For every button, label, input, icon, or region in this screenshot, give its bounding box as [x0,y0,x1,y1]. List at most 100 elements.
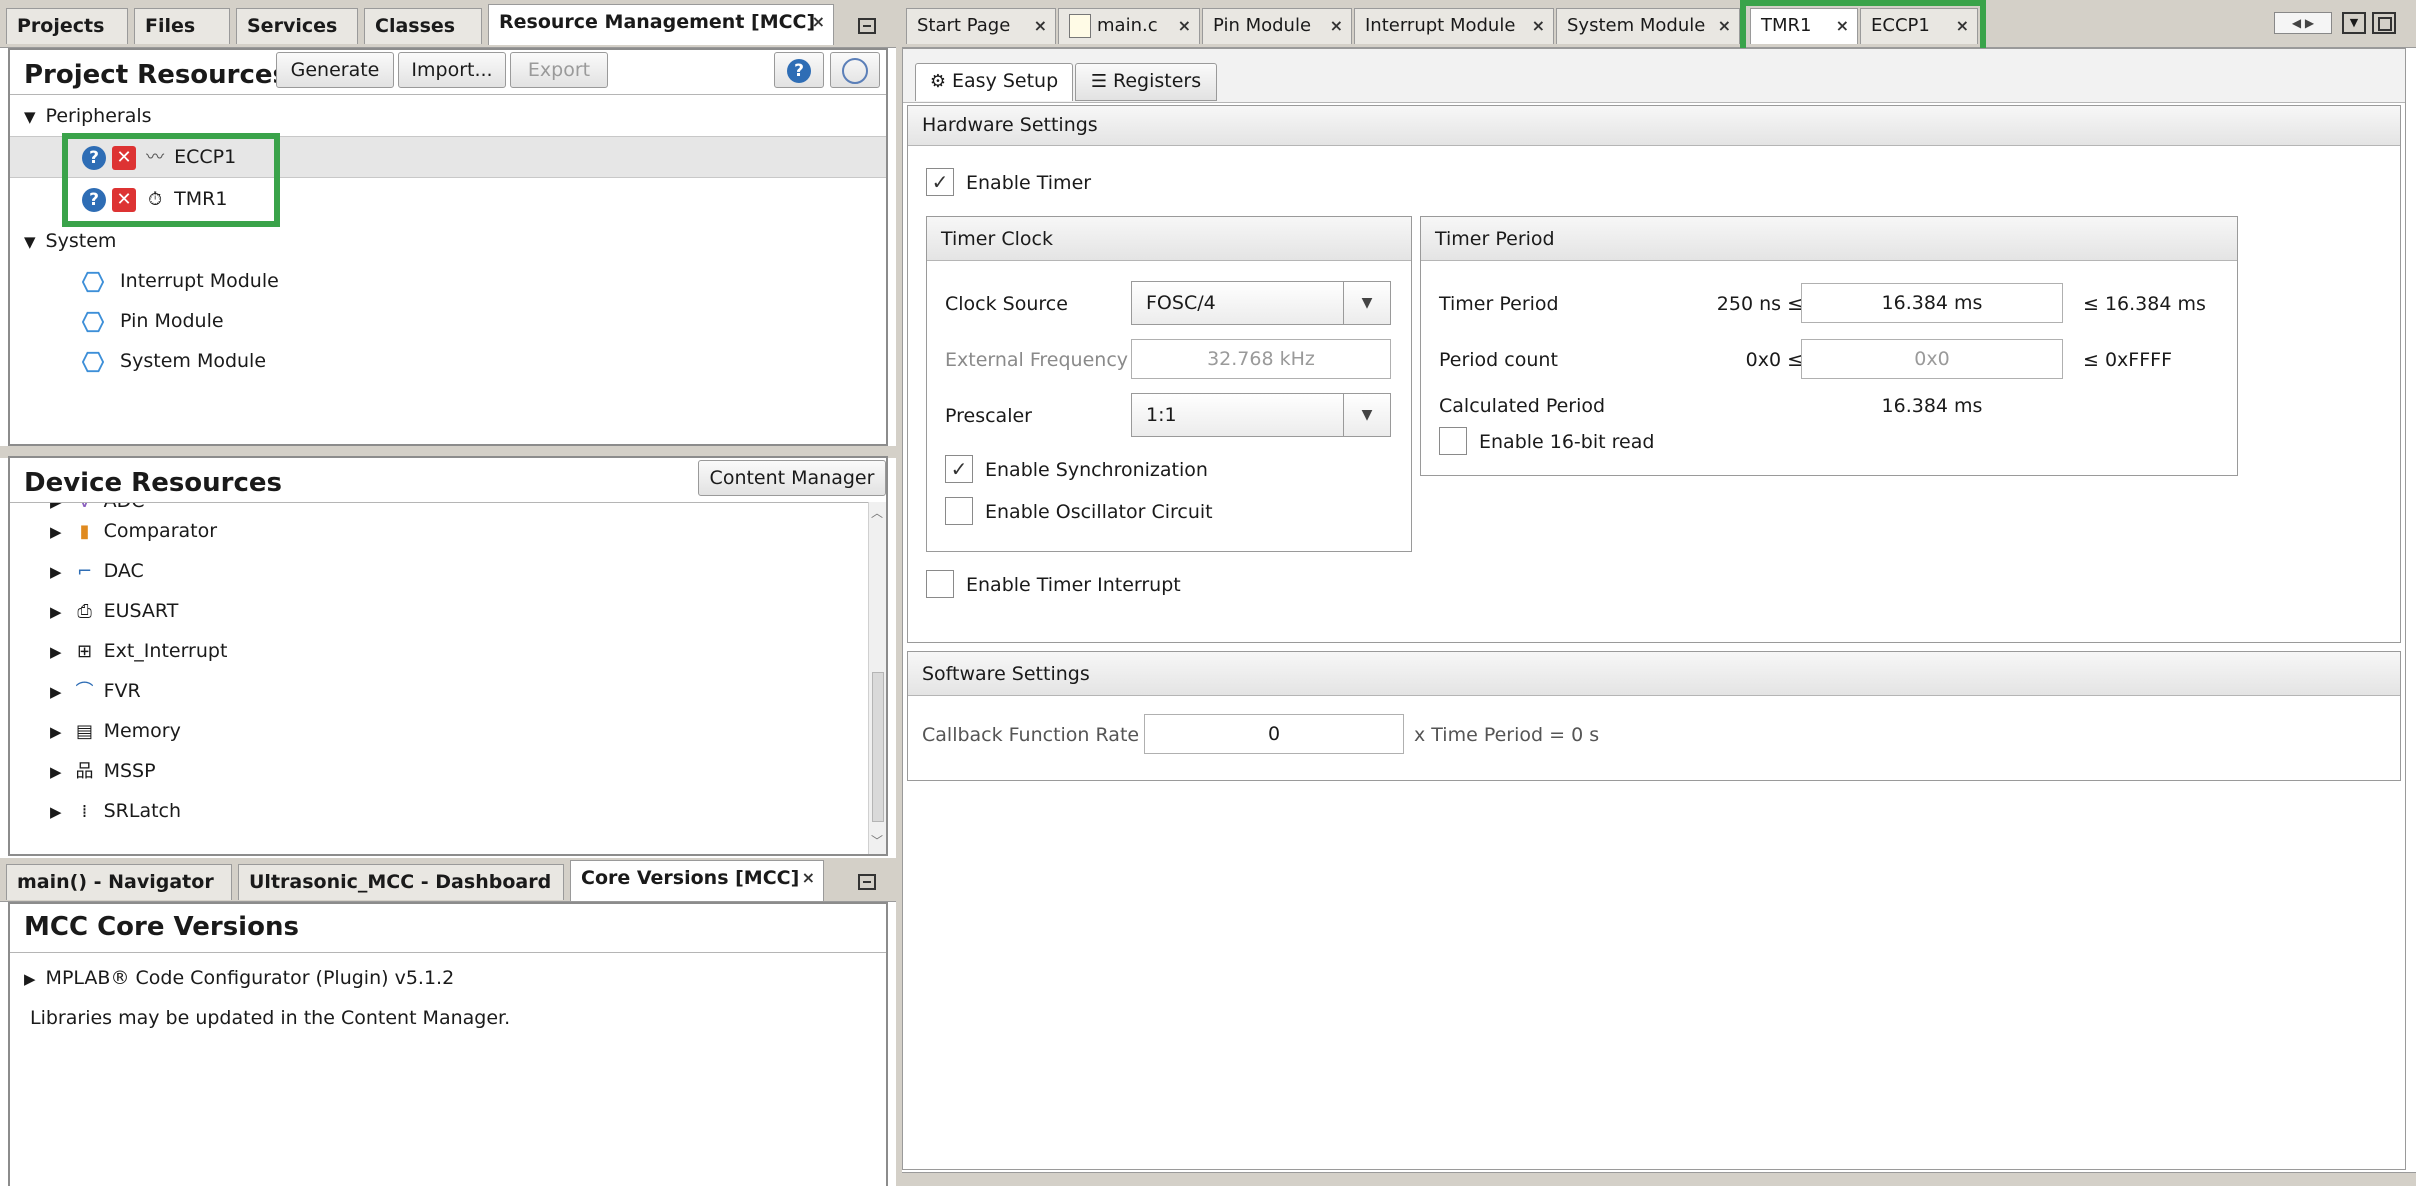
device-item-srlatch[interactable]: ▶ ⁞ SRLatch [50,791,181,831]
close-icon[interactable]: × [812,5,825,39]
list-viewport: ▶V ADC ▶▮ Comparator ▶⌐ DAC ▶⎙ EUSART ▶⊞… [10,502,870,854]
device-resources-title: Device Resources [24,468,283,498]
system-interrupt-module[interactable]: Interrupt Module [82,261,279,301]
tree-node-system[interactable]: ▼ System [24,221,116,261]
collapsed-triangle-icon[interactable]: ▶ [50,752,62,792]
enable-sync-label: Enable Synchronization [985,459,1208,481]
export-button[interactable]: Export [510,52,608,88]
tab-core-versions[interactable]: Core Versions [MCC] × [570,860,824,901]
device-item-dac[interactable]: ▶ ⌐ DAC [50,551,144,591]
dropdown-arrow-icon[interactable]: ▼ [1343,282,1390,324]
enable-timer-label: Enable Timer [966,172,1092,194]
collapsed-triangle-icon[interactable]: ▶ [50,792,62,832]
tab-easy-setup[interactable]: ⚙ Easy Setup [915,63,1073,101]
timer-period-group: Timer Period Timer Period 250 ns ≤ 16.38… [1420,216,2238,476]
period-count-field[interactable]: 0x0 [1801,339,2063,379]
software-settings-section: Software Settings Callback Function Rate… [907,651,2401,781]
tree-label: Interrupt Module [120,270,279,292]
external-frequency-field[interactable]: 32.768 kHz [1131,339,1391,379]
tab-label: Core Versions [MCC] [581,867,800,889]
scroll-down-icon[interactable]: ﹀ [871,832,883,849]
clock-source-label: Clock Source [945,293,1068,315]
system-pin-module[interactable]: Pin Module [82,301,224,341]
device-item-comparator[interactable]: ▶ ▮ Comparator [50,511,217,551]
dropdown-arrow-icon[interactable]: ▼ [1343,394,1390,436]
close-icon[interactable]: × [1532,9,1545,43]
device-item-ext-interrupt[interactable]: ▶ ⊞ Ext_Interrupt [50,631,227,671]
collapsed-triangle-icon[interactable]: ▶ [50,552,62,592]
tab-resource-management[interactable]: Resource Management [MCC] × [488,4,834,45]
tab-start-page[interactable]: Start Page × [906,8,1056,44]
collapsed-triangle-icon[interactable]: ▶ [50,512,62,552]
globe-button[interactable] [830,52,880,88]
device-item-eusart[interactable]: ▶ ⎙ EUSART [50,591,178,631]
close-icon[interactable]: × [1034,9,1047,43]
prescaler-select[interactable]: 1:1 ▼ [1131,393,1391,437]
subtab-bar: ⚙ Easy Setup ☰ Registers [903,49,2405,103]
enable-16bit-checkbox[interactable] [1439,427,1467,455]
help-button[interactable]: ? [774,52,824,88]
import-button[interactable]: Import... [398,52,506,88]
collapsed-triangle-icon[interactable]: ▶ [50,672,62,712]
tab-list-dropdown-icon[interactable]: ▼ [2342,12,2366,34]
globe-icon [842,57,868,84]
staircase-icon: ⌐ [77,560,93,582]
close-icon[interactable]: × [1330,9,1343,43]
select-value: FOSC/4 [1146,292,1216,314]
period-count-max: ≤ 0xFFFF [2083,349,2173,371]
bar-chart-icon: ▮ [79,520,90,542]
tab-system-module[interactable]: System Module × [1556,8,1740,44]
tab-main-c[interactable]: main.c × [1058,8,1200,44]
tab-files[interactable]: Files [134,8,230,44]
maximize-icon[interactable] [2372,12,2396,34]
collapsed-triangle-icon[interactable]: ▶ [50,712,62,752]
tab-navigator[interactable]: main() - Navigator [6,864,232,900]
tree-label: System Module [120,350,267,372]
callback-rate-field[interactable]: 0 [1144,714,1404,754]
collapsed-triangle-icon[interactable]: ▶ [50,592,62,632]
close-icon[interactable]: × [1178,9,1191,43]
tab-interrupt-module[interactable]: Interrupt Module × [1354,8,1554,44]
close-icon[interactable]: × [802,861,815,895]
period-count-label: Period count [1439,349,1558,371]
close-icon[interactable]: × [1718,9,1731,43]
scroll-up-icon[interactable]: ︿ [871,504,883,521]
minimize-icon[interactable] [858,18,876,34]
help-icon: ? [787,58,811,83]
vertical-scrollbar[interactable]: ︿ ﹀ [868,502,886,854]
expanded-triangle-icon[interactable]: ▼ [24,222,36,262]
tab-dashboard[interactable]: Ultrasonic_MCC - Dashboard [238,864,564,900]
tab-pin-module[interactable]: Pin Module × [1202,8,1352,44]
timer-clock-title: Timer Clock [927,217,1411,261]
device-item-memory[interactable]: ▶ ▤ Memory [50,711,181,751]
minimize-icon[interactable] [858,874,876,890]
enable-interrupt-checkbox[interactable] [926,570,954,598]
generate-button[interactable]: Generate [276,52,394,88]
expanded-triangle-icon[interactable]: ▼ [24,97,36,137]
tab-projects[interactable]: Projects [6,8,128,44]
tab-label: Resource Management [MCC] [499,11,816,33]
collapsed-triangle-icon[interactable]: ▶ [24,959,36,999]
tab-registers[interactable]: ☰ Registers [1075,63,1217,101]
callback-rate-suffix: x Time Period = 0 s [1414,724,1600,746]
left-top-tabstrip: Projects Files Services Classes Resource… [0,0,896,48]
tab-services[interactable]: Services [236,8,358,44]
tab-classes[interactable]: Classes [364,8,482,44]
scrollbar-thumb[interactable] [872,672,884,822]
tab-label: Services [247,15,338,37]
core-plugin-node[interactable]: ▶ MPLAB® Code Configurator (Plugin) v5.1.… [24,958,454,998]
content-manager-button[interactable]: Content Manager [698,460,886,496]
scroll-tabs-control[interactable]: ◀ ▶ [2274,12,2332,34]
timer-period-title: Timer Period [1421,217,2237,261]
device-item-mssp[interactable]: ▶ 品 MSSP [50,751,156,791]
collapsed-triangle-icon[interactable]: ▶ [50,632,62,672]
device-item-fvr[interactable]: ▶ ⌒ FVR [50,671,141,711]
tree-node-peripherals[interactable]: ▼ Peripherals [24,96,152,136]
tab-label: main() - Navigator [17,871,214,893]
enable-osc-checkbox[interactable] [945,497,973,525]
system-system-module[interactable]: System Module [82,341,266,381]
enable-sync-checkbox[interactable]: ✓ [945,455,973,483]
clock-source-select[interactable]: FOSC/4 ▼ [1131,281,1391,325]
timer-period-field[interactable]: 16.384 ms [1801,283,2063,323]
enable-timer-checkbox[interactable]: ✓ [926,168,954,196]
